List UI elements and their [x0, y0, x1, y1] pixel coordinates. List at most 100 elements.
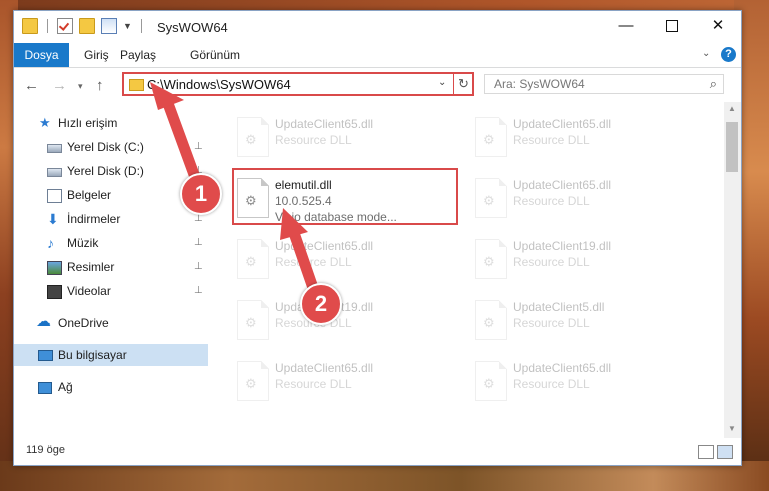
file-type: Resource DLL	[513, 194, 590, 208]
sidebar-item-documents[interactable]: Belgeler	[14, 184, 208, 206]
sidebar-item-label: Videolar	[67, 284, 111, 298]
maximize-button[interactable]	[649, 11, 695, 41]
gear-icon: ⚙	[245, 193, 257, 208]
sidebar-item-onedrive[interactable]: ☁ OneDrive	[14, 312, 208, 334]
toolbar-separator	[47, 19, 48, 33]
file-name: UpdateClient65.dll	[275, 117, 374, 131]
details-view-icon[interactable]	[698, 445, 714, 459]
sidebar-item-network[interactable]: Ağ	[14, 376, 208, 398]
sidebar-item-videos[interactable]: Videolar ⊥	[14, 280, 208, 302]
maximize-icon	[666, 20, 678, 33]
sidebar-item-label: Yerel Disk (D:)	[67, 164, 144, 178]
gear-icon: ⚙	[483, 132, 495, 147]
address-dropdown-icon[interactable]: ⌄	[438, 77, 446, 88]
new-folder-icon[interactable]	[79, 18, 95, 34]
navigation-pane: ★ Hızlı erişim Yerel Disk (C:) ⊥ Yerel D…	[14, 108, 208, 438]
file-type: Resource DLL	[513, 133, 590, 147]
file-item[interactable]: ⚙ UpdateClient19.dll Resource DLL	[471, 229, 696, 285]
tab-share[interactable]: Paylaş	[120, 43, 156, 67]
address-path[interactable]: C:\Windows\SysWOW64	[147, 77, 291, 92]
search-icon[interactable]: ⌕	[710, 76, 717, 92]
step-one-badge: 1	[180, 173, 222, 215]
sidebar-item-downloads[interactable]: ⬇ İndirmeler ⊥	[14, 208, 208, 230]
dll-file-icon: ⚙	[475, 300, 507, 340]
sidebar-item-quick-access[interactable]: ★ Hızlı erişim	[14, 112, 208, 134]
file-list: ⚙ UpdateClient65.dll Resource DLL ⚙ elem…	[211, 102, 724, 438]
search-input[interactable]: Ara: SysWOW64 ⌕	[484, 74, 724, 94]
sidebar-item-label: Müzik	[67, 236, 99, 250]
view-properties-icon[interactable]	[101, 18, 117, 34]
sidebar-item-label: Belgeler	[67, 188, 112, 202]
address-bar[interactable]: C:\Windows\SysWOW64 ⌄ ↻	[122, 72, 474, 96]
pin-icon[interactable]: ⊥	[194, 280, 203, 302]
up-button[interactable]: ↑	[96, 77, 104, 94]
ribbon-tabs: Dosya Giriş Paylaş Görünüm ⌄ ?	[14, 43, 741, 68]
dll-file-icon: ⚙	[475, 239, 507, 279]
tab-home[interactable]: Giriş	[84, 43, 109, 67]
properties-check-icon[interactable]	[57, 18, 73, 34]
scroll-up-icon[interactable]: ▲	[728, 104, 736, 113]
dll-file-icon: ⚙	[237, 117, 269, 157]
pin-icon[interactable]: ⊥	[194, 232, 203, 254]
sidebar-item-music[interactable]: ♪ Müzik ⊥	[14, 232, 208, 254]
tab-file[interactable]: Dosya	[14, 43, 69, 67]
dll-file-icon: ⚙	[237, 361, 269, 401]
file-item[interactable]: ⚙ UpdateClient65.dll Resource DLL	[471, 107, 696, 163]
sidebar-item-label: OneDrive	[58, 316, 109, 330]
gear-icon: ⚙	[245, 376, 257, 391]
music-icon: ♪	[47, 235, 54, 251]
scroll-down-icon[interactable]: ▼	[728, 424, 736, 433]
documents-icon	[47, 189, 62, 203]
help-icon[interactable]: ?	[721, 47, 736, 62]
file-type: Resource DLL	[513, 255, 590, 269]
minimize-button[interactable]: —	[603, 11, 649, 41]
sidebar-item-local-disk-c[interactable]: Yerel Disk (C:) ⊥	[14, 136, 208, 158]
expand-ribbon-icon[interactable]: ⌄	[702, 48, 710, 59]
file-item[interactable]: ⚙ UpdateClient65.dll Resource DLL	[233, 107, 458, 163]
customize-toolbar-dropdown-icon[interactable]: ▼	[123, 21, 132, 31]
file-item[interactable]: ⚙ UpdateClient65.dll Resource DLL	[233, 351, 458, 407]
file-item[interactable]: ⚙ UpdateClient65.dll Resource DLL	[471, 168, 696, 224]
large-icons-view-icon[interactable]	[717, 445, 733, 459]
sidebar-item-label: İndirmeler	[67, 212, 121, 226]
sidebar-item-local-disk-d[interactable]: Yerel Disk (D:) ⊥	[14, 160, 208, 182]
dll-file-icon: ⚙	[237, 300, 269, 340]
file-item[interactable]: ⚙ UpdateClient5.dll Resource DLL	[471, 290, 696, 346]
sidebar-item-pictures[interactable]: Resimler ⊥	[14, 256, 208, 278]
file-name: UpdateClient5.dll	[513, 300, 605, 314]
recent-locations-button[interactable]: ▾	[78, 81, 83, 92]
file-type: Resource DLL	[513, 377, 590, 391]
window-title: SysWOW64	[157, 20, 228, 35]
tab-view[interactable]: Görünüm	[190, 43, 240, 67]
scroll-thumb[interactable]	[726, 122, 738, 172]
file-type: Resource DLL	[513, 316, 590, 330]
file-description: Visio database mode...	[275, 210, 397, 224]
status-bar: 119 öge	[14, 438, 741, 465]
pin-icon[interactable]: ⊥	[194, 136, 203, 158]
file-item[interactable]: ⚙ UpdateClient65.dll Resource DLL	[471, 351, 696, 407]
pictures-icon	[47, 261, 62, 275]
folder-icon	[129, 79, 144, 91]
file-name: UpdateClient19.dll	[513, 239, 612, 253]
explorer-window: ▼ SysWOW64 — ✕ Dosya Giriş Paylaş Görünü…	[13, 10, 742, 466]
vertical-scrollbar[interactable]: ▲ ▼	[724, 102, 741, 438]
onedrive-icon: ☁	[36, 313, 51, 330]
gear-icon: ⚙	[245, 254, 257, 269]
pin-icon[interactable]: ⊥	[194, 256, 203, 278]
close-button[interactable]: ✕	[695, 11, 741, 41]
forward-button[interactable]: →	[52, 77, 67, 94]
folder-icon	[22, 18, 38, 34]
file-item[interactable]: ⚙ UpdateClient65.dll Resource DLL	[233, 229, 458, 285]
search-placeholder: Ara: SysWOW64	[494, 77, 585, 91]
refresh-button[interactable]: ↻	[453, 74, 473, 94]
computer-icon	[38, 350, 53, 361]
title-bar: ▼ SysWOW64 — ✕	[14, 11, 741, 43]
back-button[interactable]: ←	[24, 77, 39, 94]
file-item-selected[interactable]: ⚙ elemutil.dll 10.0.525.4 Visio database…	[233, 168, 458, 224]
dll-file-icon: ⚙	[475, 361, 507, 401]
file-item[interactable]: ⚙ UpdateClient19.dll Resource DLL	[233, 290, 458, 346]
drive-icon	[47, 144, 62, 153]
drive-icon	[47, 168, 62, 177]
gear-icon: ⚙	[483, 376, 495, 391]
sidebar-item-this-pc[interactable]: Bu bilgisayar	[14, 344, 208, 366]
